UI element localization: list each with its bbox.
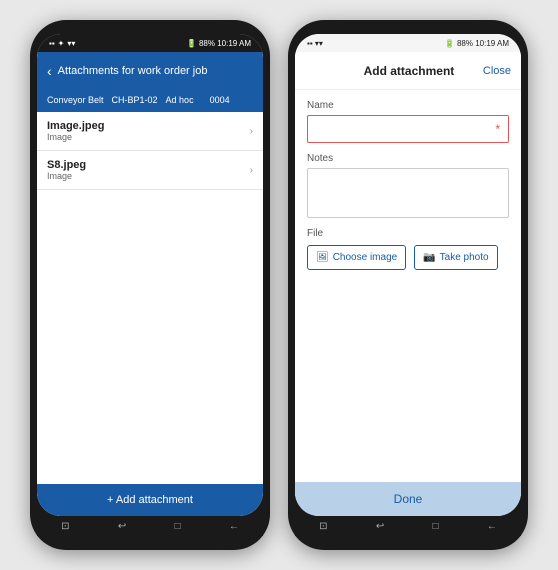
nav2-back-icon[interactable]: ↩ [376, 521, 384, 532]
conveyor-label: Conveyor Belt [47, 95, 104, 105]
nav2-arrow-icon[interactable]: ← [487, 521, 497, 532]
file-section: File 🖼 Choose image 📷 Take photo [307, 228, 509, 270]
add-attachment-button[interactable]: + Add attachment [37, 484, 263, 516]
add-attachment-header: Add attachment Close [295, 52, 521, 90]
battery-text: 🔋 88% 10:19 AM [187, 39, 251, 48]
signal-icon: ▪▪ [49, 39, 55, 48]
order-type: Ad hoc [166, 95, 194, 105]
signal2-icon: ▪▪ [307, 39, 313, 48]
order-num: 0004 [210, 95, 230, 105]
notes-input[interactable] [307, 168, 509, 218]
bluetooth-icon: ✦ [58, 39, 65, 48]
status-left: ▪▪ ✦ ▾▾ [49, 39, 75, 48]
screen-2: Add attachment Close Name * Notes [295, 52, 521, 516]
status-right: 🔋 88% 10:19 AM [187, 39, 251, 48]
wifi-icon: ▾▾ [67, 39, 75, 48]
form-area: Name * Notes File 🖼 [295, 90, 521, 482]
battery2-text: 🔋 88% 10:19 AM [445, 39, 509, 48]
item1-title: Image.jpeg [47, 120, 104, 132]
order-id: CH-BP1-02 [112, 95, 158, 105]
chevron-icon: › [250, 165, 253, 176]
take-photo-button[interactable]: 📷 Take photo [414, 245, 497, 270]
file-label: File [307, 228, 509, 239]
list-item[interactable]: Image.jpeg Image › [37, 112, 263, 151]
back-button[interactable]: ‹ [47, 63, 52, 79]
take-photo-label: Take photo [440, 252, 489, 263]
camera-icon: 📷 [423, 252, 435, 263]
nav2-recent-icon[interactable]: ⊡ [319, 521, 327, 532]
nav2-home-icon[interactable]: □ [432, 521, 438, 532]
nav-back-icon[interactable]: ↩ [118, 521, 126, 532]
status2-right: 🔋 88% 10:19 AM [445, 39, 509, 48]
choose-image-label: Choose image [333, 252, 397, 263]
done-button[interactable]: Done [295, 482, 521, 516]
status-bar-2: ▪▪ ▾▾ 🔋 88% 10:19 AM [295, 34, 521, 52]
close-button[interactable]: Close [483, 65, 511, 77]
page-title-1: Attachments for work order job [58, 65, 253, 77]
nav-arrow-icon[interactable]: ← [229, 521, 239, 532]
phone1: ▪▪ ✦ ▾▾ 🔋 88% 10:19 AM ‹ Attachments for… [30, 20, 270, 550]
status-bar-1: ▪▪ ✦ ▾▾ 🔋 88% 10:19 AM [37, 34, 263, 52]
app-header-1: ‹ Attachments for work order job [37, 52, 263, 90]
notes-field-group: Notes [307, 153, 509, 218]
page-title-2: Add attachment [335, 64, 483, 78]
bottom-nav-2: ⊡ ↩ □ ← [295, 516, 521, 536]
name-label: Name [307, 100, 509, 111]
list-item[interactable]: S8.jpeg Image › [37, 151, 263, 190]
bottom-nav-1: ⊡ ↩ □ ← [37, 516, 263, 536]
attachment-list: Image.jpeg Image › S8.jpeg Image › [37, 112, 263, 484]
phone2: ▪▪ ▾▾ 🔋 88% 10:19 AM Add attachment Clos… [288, 20, 528, 550]
status2-left: ▪▪ ▾▾ [307, 39, 323, 48]
required-indicator: * [495, 122, 500, 136]
file-buttons: 🖼 Choose image 📷 Take photo [307, 245, 509, 270]
nav-home-icon[interactable]: □ [174, 521, 180, 532]
notes-label: Notes [307, 153, 509, 164]
item1-sub: Image [47, 132, 104, 142]
chevron-icon: › [250, 126, 253, 137]
choose-image-button[interactable]: 🖼 Choose image [307, 245, 406, 270]
image-icon: 🖼 [316, 252, 329, 263]
name-field-group: Name * [307, 100, 509, 143]
wifi2-icon: ▾▾ [315, 39, 323, 48]
screen-1: ‹ Attachments for work order job Conveyo… [37, 52, 263, 516]
name-input[interactable]: * [307, 115, 509, 143]
info-strip: Conveyor Belt CH-BP1-02 Ad hoc 0004 [37, 90, 263, 112]
nav-recent-icon[interactable]: ⊡ [61, 521, 69, 532]
item2-sub: Image [47, 171, 86, 181]
item2-title: S8.jpeg [47, 159, 86, 171]
